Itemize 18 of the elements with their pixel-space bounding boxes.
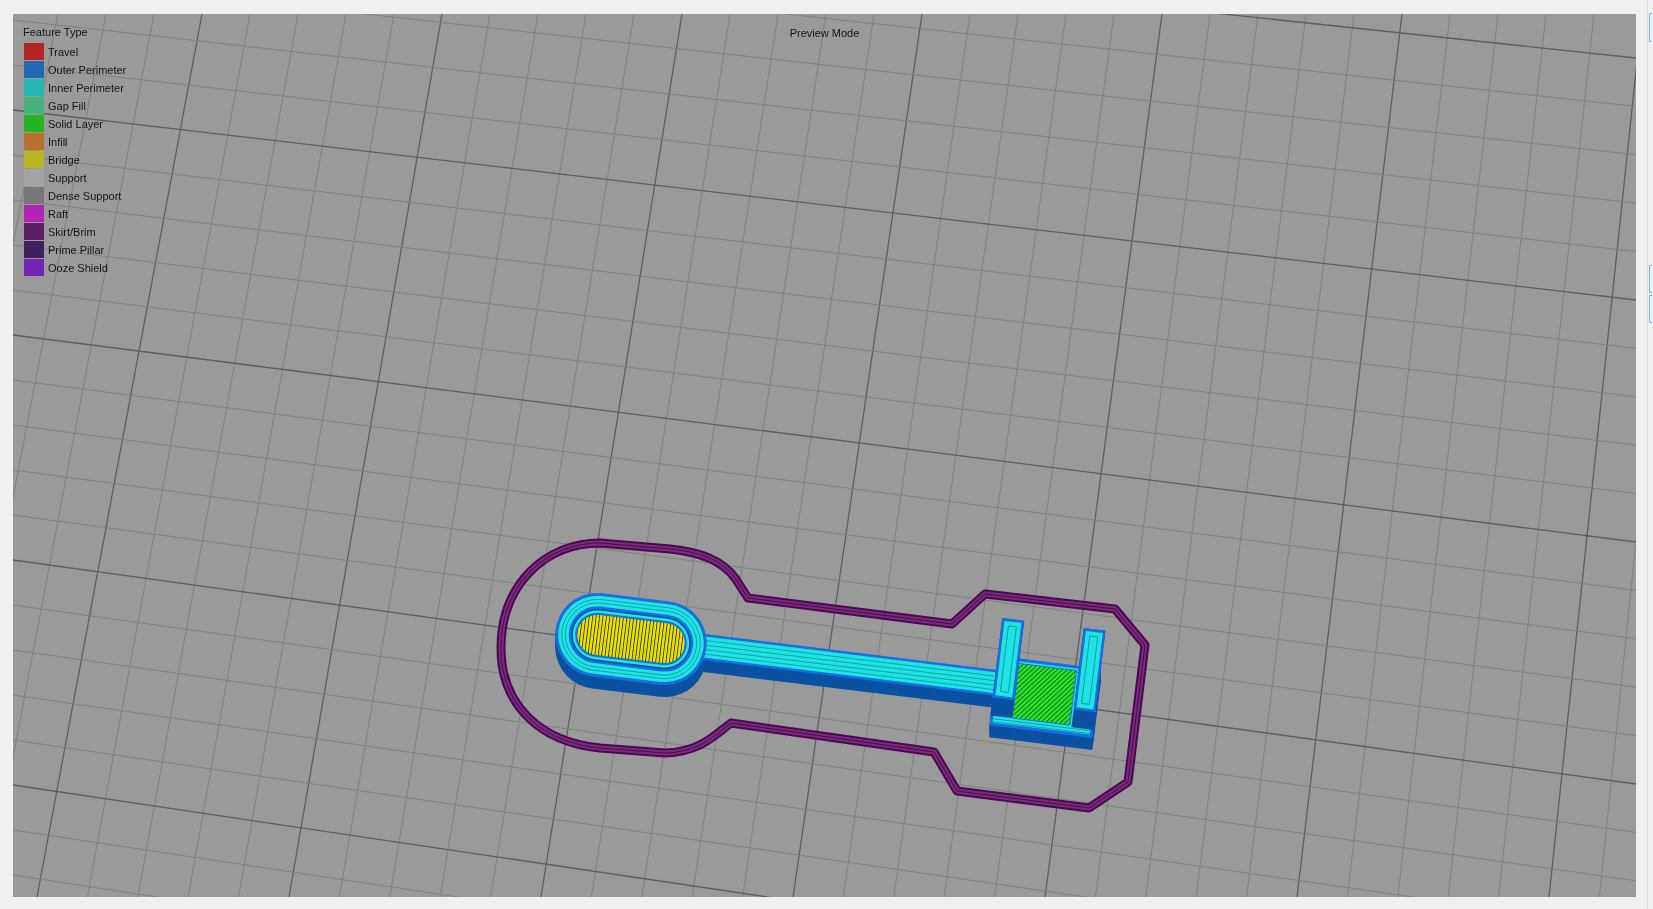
legend-label: Outer Perimeter: [48, 62, 127, 77]
legend-label: Dense Support: [48, 188, 122, 203]
legend-label: Solid Layer: [48, 116, 104, 131]
legend-label: Raft: [48, 206, 69, 221]
legend-label: Prime Pillar: [48, 242, 105, 257]
panel-button[interactable]: [1649, 13, 1652, 42]
legend-label: Infill: [48, 134, 68, 149]
legend-label: Ooze Shield: [48, 260, 108, 275]
legend-label: Skirt/Brim: [48, 224, 96, 239]
legend-label: Bridge: [48, 152, 80, 167]
legend-label: Travel: [48, 44, 79, 59]
legend-label: Gap Fill: [48, 98, 86, 113]
panel-button[interactable]: [1649, 265, 1652, 293]
panel-button[interactable]: [1649, 295, 1652, 323]
legend-label: Support: [48, 170, 87, 185]
preview-mode-label: Preview Mode: [789, 26, 860, 40]
legend-title: Feature Type: [23, 25, 89, 39]
legend-label: Inner Perimeter: [48, 80, 124, 95]
